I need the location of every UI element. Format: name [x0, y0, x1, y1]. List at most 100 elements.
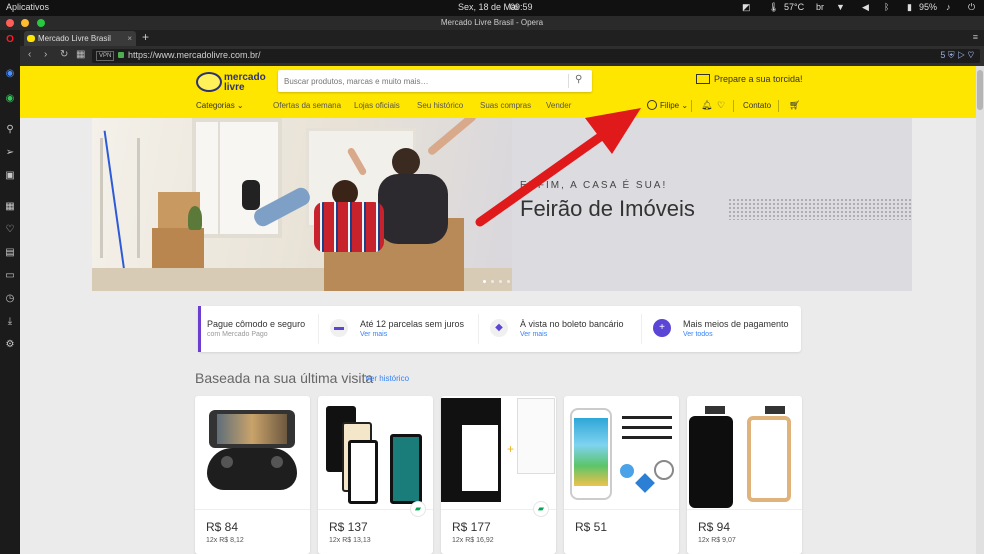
- payment-title: Mais meios de pagamento: [683, 319, 789, 329]
- send-icon[interactable]: ➢: [4, 147, 16, 159]
- product-image-lcd-screens: [318, 396, 433, 509]
- wifi-icon[interactable]: ▼: [836, 2, 845, 12]
- volume-icon[interactable]: ◀: [862, 2, 869, 13]
- product-card[interactable]: R$ 94 12x R$ 9,07: [687, 396, 802, 554]
- search-box: ⚲: [278, 70, 592, 92]
- search-icon[interactable]: ⚲: [575, 74, 582, 85]
- page-scrollbar[interactable]: [976, 66, 984, 554]
- adblock-shield-icon[interactable]: ⛨: [948, 50, 955, 60]
- history-clock-icon[interactable]: ◷: [4, 293, 16, 305]
- speed-dial-icon[interactable]: ▦: [4, 201, 16, 213]
- promo-text: Prepare a sua torcida!: [714, 74, 803, 84]
- search-icon[interactable]: ⚲: [4, 124, 16, 136]
- tab-menu-icon[interactable]: ≡: [973, 32, 978, 42]
- nav-historico[interactable]: Seu histórico: [417, 101, 463, 110]
- reload-icon[interactable]: ↻: [60, 49, 68, 60]
- payment-link[interactable]: Ver mais: [520, 331, 547, 338]
- cart-icon[interactable]: 🛒︎: [789, 100, 800, 111]
- product-image-display-glass: +: [441, 396, 556, 509]
- favorites-heart-icon[interactable]: ♡: [717, 100, 725, 111]
- cardboard-box: [152, 228, 204, 268]
- keyboard-layout[interactable]: br: [816, 2, 824, 12]
- snapshot-icon[interactable]: ▷: [957, 50, 965, 60]
- nav-suas-compras[interactable]: Suas compras: [480, 101, 531, 110]
- user-menu[interactable]: Filipe ⌄: [647, 100, 688, 110]
- whatsapp-icon[interactable]: ◉: [4, 93, 16, 105]
- power-icon[interactable]: ⏻: [968, 2, 975, 13]
- tab-close-icon[interactable]: ×: [127, 31, 132, 46]
- payment-link[interactable]: Ver todos: [683, 331, 713, 338]
- payment-title: À vista no boleto bancário: [520, 319, 624, 329]
- notifications-icon[interactable]: ♪: [946, 2, 951, 12]
- chevron-down-icon: ⌄: [236, 101, 244, 110]
- adblock-count[interactable]: 5: [940, 50, 945, 60]
- tab-mercado-livre[interactable]: Mercado Livre Brasil ×: [24, 31, 136, 46]
- tabs-icon[interactable]: ▭: [4, 270, 16, 282]
- promo-link[interactable]: Prepare a sua torcida!: [696, 74, 803, 84]
- clock-time[interactable]: 09:59: [510, 2, 533, 12]
- scrollbar-thumb[interactable]: [977, 70, 983, 110]
- vpn-badge[interactable]: VPN: [96, 51, 115, 61]
- payment-link[interactable]: Ver mais: [360, 331, 387, 338]
- opera-logo-icon[interactable]: O: [4, 34, 16, 46]
- banner-kicker: ENFIM, A CASA É SUA!: [520, 180, 668, 191]
- url-actions: 5 ⛨ ▷ ♡: [940, 50, 974, 61]
- sneaker: [242, 180, 260, 210]
- carousel-dot[interactable]: [483, 280, 486, 283]
- screen-part: [348, 440, 378, 504]
- controller-body: [207, 448, 297, 490]
- product-installments: 12x R$ 13,13: [329, 537, 371, 544]
- settings-gear-icon[interactable]: ⚙: [4, 339, 16, 351]
- product-card[interactable]: ▰ R$ 137 12x R$ 13,13: [318, 396, 433, 554]
- product-card[interactable]: R$ 84 12x R$ 8,12: [195, 396, 310, 554]
- news-icon[interactable]: ▤: [4, 247, 16, 259]
- categories-label: Categorias: [196, 101, 235, 110]
- messenger-icon[interactable]: ◉: [4, 68, 16, 80]
- product-price: R$ 177: [452, 520, 491, 534]
- product-card[interactable]: + ▰ R$ 177 12x R$ 16,92: [441, 396, 556, 554]
- payment-option-parcelas[interactable]: ▬ Até 12 parcelas sem juros Ver mais: [318, 306, 470, 352]
- payment-option-mercado-pago[interactable]: Pague cômodo e seguro com Mercado Pago: [198, 306, 318, 352]
- bookmark-heart-icon[interactable]: ♡: [968, 50, 974, 60]
- new-tab-button[interactable]: +: [142, 30, 149, 44]
- bluetooth-icon[interactable]: ᛒ: [884, 2, 889, 12]
- divider: [778, 100, 779, 112]
- payment-option-more[interactable]: + Mais meios de pagamento Ver todos: [641, 306, 801, 352]
- window-minimize-button[interactable]: [21, 19, 29, 27]
- ml-header: mercado livre ⚲ Prepare a sua torcida! C…: [20, 66, 976, 118]
- bookmarks-heart-icon[interactable]: ♡: [4, 224, 16, 236]
- product-card[interactable]: R$ 51: [564, 396, 679, 554]
- contact-link[interactable]: Contato: [743, 101, 771, 110]
- view-history-link[interactable]: Ver histórico: [365, 374, 409, 383]
- mercado-livre-logo[interactable]: mercado livre: [196, 71, 266, 97]
- notifications-bell-icon[interactable]: 🔔︎: [701, 100, 712, 111]
- search-input[interactable]: [284, 73, 564, 89]
- url-text[interactable]: https://www.mercadolivre.com.br/: [128, 50, 261, 60]
- downloads-icon[interactable]: ⤓: [4, 316, 16, 328]
- window-close-button[interactable]: [6, 19, 14, 27]
- apps-menu[interactable]: Aplicativos: [6, 2, 49, 12]
- categories-menu[interactable]: Categorias ⌄: [196, 101, 244, 110]
- carousel-dot[interactable]: [491, 280, 494, 283]
- nav-vender[interactable]: Vender: [546, 101, 571, 110]
- url-field[interactable]: VPN https://www.mercadolivre.com.br/ 5 ⛨…: [92, 49, 980, 63]
- promo-banner[interactable]: ENFIM, A CASA É SUA! Feirão de Imóveis: [92, 118, 912, 291]
- tray-icon-a[interactable]: ◩: [742, 2, 751, 13]
- product-image-moto-screens: [687, 396, 802, 509]
- carousel-dot[interactable]: [507, 280, 510, 283]
- nav-lojas-oficiais[interactable]: Lojas oficiais: [354, 101, 400, 110]
- flex-cable: [765, 406, 785, 414]
- decorative-dot-pattern: [728, 198, 912, 220]
- forward-icon[interactable]: ›: [44, 49, 47, 60]
- camera-icon[interactable]: ▣: [4, 170, 16, 182]
- carousel-dot[interactable]: [499, 280, 502, 283]
- nav-ofertas[interactable]: Ofertas da semana: [273, 101, 341, 110]
- lock-icon[interactable]: [118, 52, 124, 58]
- window-maximize-button[interactable]: [37, 19, 45, 27]
- speed-dial-grid-icon[interactable]: ▦: [76, 49, 85, 60]
- flex-cable: [705, 406, 725, 414]
- handshake-icon: [196, 72, 222, 92]
- payment-option-boleto[interactable]: ◆ À vista no boleto bancário Ver mais: [478, 306, 640, 352]
- back-icon[interactable]: ‹: [28, 49, 31, 60]
- product-installments: 12x R$ 16,92: [452, 537, 494, 544]
